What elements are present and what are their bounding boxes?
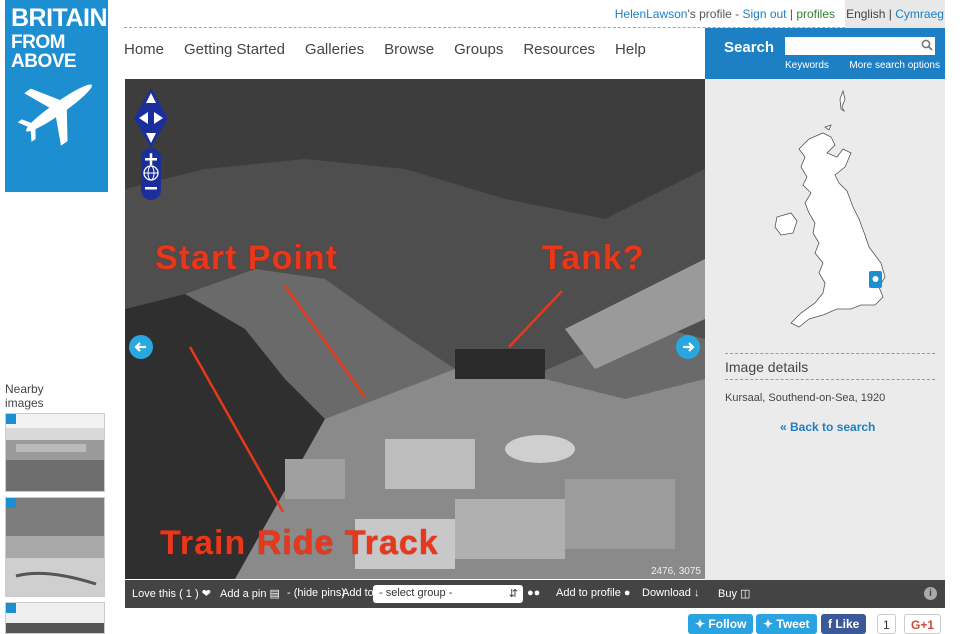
arrow-left-icon bbox=[134, 342, 146, 352]
search-links: Keywords More search options bbox=[785, 60, 940, 71]
info-icon[interactable]: i bbox=[924, 587, 937, 600]
plane-badge-icon bbox=[6, 498, 16, 508]
pixel-coordinates: 2476, 3075 bbox=[650, 566, 701, 577]
logo-line-2: FROM ABOVE bbox=[11, 32, 77, 72]
separator: - bbox=[731, 7, 743, 21]
nearby-thumbnail[interactable] bbox=[5, 413, 105, 492]
twitter-follow-button[interactable]: ✦ Follow bbox=[688, 614, 754, 634]
nav-home[interactable]: Home bbox=[124, 41, 164, 61]
aerial-photo-thumbnail bbox=[6, 414, 104, 491]
download-label: Download bbox=[642, 587, 691, 599]
google-plus-button[interactable]: G+1 bbox=[904, 614, 942, 634]
uk-location-map[interactable] bbox=[765, 87, 905, 332]
add-pin-label: Add a pin bbox=[220, 588, 267, 600]
hide-pins-link[interactable]: - (hide pins) bbox=[287, 587, 345, 599]
search-label: Search bbox=[724, 39, 775, 56]
nav-getting-started[interactable]: Getting Started bbox=[184, 41, 285, 61]
group-select[interactable]: - select group - ⇵ bbox=[373, 585, 523, 603]
add-to-profile-label: Add to profile bbox=[556, 587, 621, 599]
annotation-start-point: Start Point bbox=[155, 239, 338, 277]
love-this-button[interactable]: Love this ( 1 ) ❤ bbox=[132, 587, 211, 600]
main-nav: Home Getting Started Galleries Browse Gr… bbox=[124, 41, 646, 61]
nearby-thumbnail[interactable] bbox=[5, 602, 105, 634]
user-links: HelenLawson's profile - Sign out | profi… bbox=[615, 7, 835, 21]
image-toolbar: Love this ( 1 ) ❤ Add a pin ▤ - (hide pi… bbox=[125, 580, 945, 608]
follow-label: Follow bbox=[708, 617, 747, 631]
separator: | bbox=[786, 7, 797, 21]
chevron-updown-icon: ⇵ bbox=[508, 588, 518, 600]
nav-resources[interactable]: Resources bbox=[523, 41, 595, 61]
person-icon: ● bbox=[623, 587, 631, 599]
annotation-train-ride-track: Train Ride Track bbox=[160, 524, 439, 562]
twitter-bird-icon: ✦ bbox=[763, 617, 774, 631]
aerial-photo-thumbnail bbox=[6, 603, 104, 633]
image-caption: Kursaal, Southend-on-Sea, 1920 bbox=[725, 392, 886, 404]
like-label: Like bbox=[835, 617, 860, 631]
user-profile-link[interactable]: HelenLawson bbox=[615, 7, 688, 21]
plane-badge-icon bbox=[6, 603, 16, 613]
nav-browse[interactable]: Browse bbox=[384, 41, 434, 61]
facebook-like-button[interactable]: f Like bbox=[821, 614, 867, 634]
add-to-label: Add to bbox=[342, 587, 374, 599]
search-panel: Search Keywords More search options bbox=[705, 28, 945, 79]
image-details-heading: Image details bbox=[725, 353, 935, 380]
sign-out-link[interactable]: Sign out bbox=[742, 7, 786, 21]
logo-line-1: BRITAIN bbox=[11, 4, 108, 32]
nav-galleries[interactable]: Galleries bbox=[305, 41, 364, 61]
basket-icon: ◫ bbox=[740, 588, 751, 600]
previous-image-button[interactable] bbox=[129, 335, 153, 359]
twitter-bird-icon: ✦ bbox=[695, 617, 706, 631]
buy-button[interactable]: Buy ◫ bbox=[718, 587, 750, 600]
top-bar: HelenLawson's profile - Sign out | profi… bbox=[124, 0, 945, 28]
page: BRITAIN FROM ABOVE HelenLawson's profile… bbox=[0, 0, 965, 634]
facebook-icon: f bbox=[828, 617, 832, 631]
nearby-images-label: Nearby images bbox=[5, 382, 81, 415]
back-to-search-link[interactable]: « Back to search bbox=[780, 420, 875, 434]
next-image-button[interactable] bbox=[676, 335, 700, 359]
tweet-button[interactable]: ✦ Tweet bbox=[756, 614, 817, 634]
search-input[interactable] bbox=[785, 37, 935, 55]
aerial-photo bbox=[125, 79, 705, 579]
nav-groups[interactable]: Groups bbox=[454, 41, 503, 61]
separator: | bbox=[885, 7, 896, 21]
keywords-link[interactable]: Keywords bbox=[785, 60, 829, 71]
aerial-photo-thumbnail bbox=[6, 498, 104, 596]
lang-cymraeg[interactable]: Cymraeg bbox=[895, 7, 944, 21]
group-icon: ●● bbox=[527, 587, 541, 599]
buy-label: Buy bbox=[718, 588, 737, 600]
profile-suffix: 's profile bbox=[687, 7, 732, 21]
search-icon[interactable] bbox=[921, 39, 933, 51]
love-this-label: Love this ( 1 ) bbox=[132, 588, 199, 600]
logo-text: BRITAIN FROM ABOVE bbox=[11, 4, 108, 72]
profiles-link[interactable]: profiles bbox=[796, 7, 835, 21]
add-to-profile-button[interactable]: Add to profile ● bbox=[556, 587, 631, 599]
nav-help[interactable]: Help bbox=[615, 41, 646, 61]
airplane-icon bbox=[17, 84, 92, 146]
site-logo[interactable]: BRITAIN FROM ABOVE bbox=[5, 0, 108, 192]
map-navigation-control[interactable] bbox=[134, 88, 168, 200]
details-panel: Image details Kursaal, Southend-on-Sea, … bbox=[705, 79, 945, 580]
plane-badge-icon bbox=[6, 414, 16, 424]
add-pin-button[interactable]: Add a pin ▤ bbox=[220, 587, 280, 600]
more-search-options-link[interactable]: More search options bbox=[849, 60, 940, 71]
tweet-label: Tweet bbox=[776, 617, 810, 631]
download-arrow-icon: ↓ bbox=[693, 587, 700, 599]
zoom-out-icon bbox=[145, 187, 157, 190]
arrow-right-icon bbox=[683, 342, 695, 352]
group-select-value: - select group - bbox=[379, 587, 453, 599]
download-button[interactable]: Download ↓ bbox=[642, 587, 699, 599]
like-count: 1 bbox=[877, 614, 896, 634]
language-switcher: English | Cymraeg bbox=[845, 0, 945, 28]
pin-list-icon: ▤ bbox=[269, 588, 280, 600]
heart-icon: ❤ bbox=[201, 588, 211, 600]
lang-english[interactable]: English bbox=[846, 7, 885, 21]
aerial-photo-viewer[interactable]: Start Point Tank? Train Ride Track 2476,… bbox=[125, 79, 705, 579]
annotation-tank: Tank? bbox=[542, 239, 645, 277]
nearby-thumbnail[interactable] bbox=[5, 497, 105, 597]
